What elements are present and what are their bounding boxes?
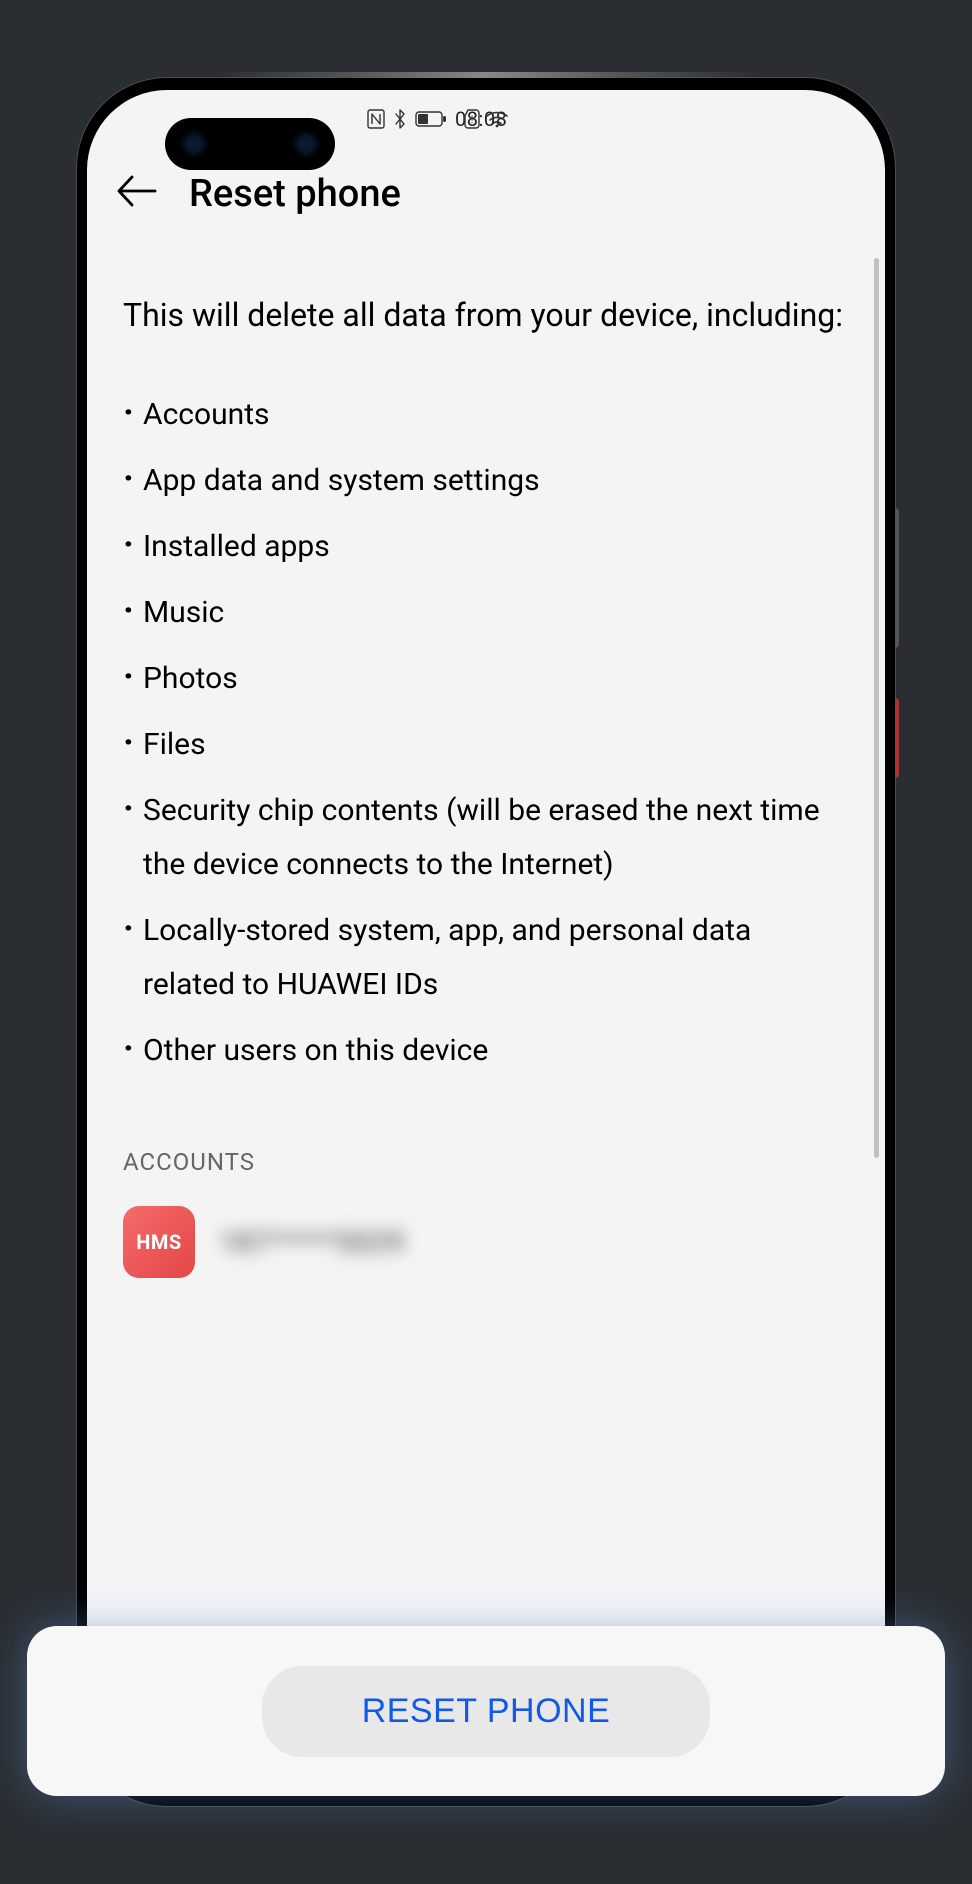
camera-lens (179, 129, 209, 159)
camera-cutout (165, 118, 335, 170)
list-item: Locally-stored system, app, and personal… (123, 904, 849, 1012)
camera-lens (291, 129, 321, 159)
reset-phone-button[interactable]: RESET PHONE (262, 1666, 711, 1757)
account-id: 187*****5029 (219, 1225, 405, 1260)
back-arrow-icon[interactable] (117, 174, 157, 214)
volume-button (895, 508, 899, 648)
wifi-icon (486, 110, 508, 128)
status-center-icons: ! (464, 109, 508, 129)
phone-frame: ! 08:08 (77, 78, 895, 1806)
list-item: Installed apps (123, 520, 849, 574)
accounts-section-label: ACCOUNTS (123, 1148, 849, 1176)
list-item: Security chip contents (will be erased t… (123, 784, 849, 892)
bluetooth-icon (393, 109, 407, 129)
list-item: Other users on this device (123, 1024, 849, 1078)
data-types-list: Accounts App data and system settings In… (123, 388, 849, 1078)
battery-icon (415, 110, 447, 128)
scrollbar[interactable] (874, 258, 879, 1158)
sim-icon: ! (464, 109, 480, 129)
list-item: Music (123, 586, 849, 640)
nfc-icon (367, 109, 385, 129)
account-row[interactable]: HMS 187*****5029 (123, 1206, 849, 1278)
hms-icon: HMS (123, 1206, 195, 1278)
list-item: Files (123, 718, 849, 772)
page-title: Reset phone (189, 172, 401, 216)
intro-text: This will delete all data from your devi… (123, 292, 849, 338)
svg-text:!: ! (471, 115, 474, 126)
power-button (895, 698, 899, 778)
list-item: Accounts (123, 388, 849, 442)
list-item: Photos (123, 652, 849, 706)
list-item: App data and system settings (123, 454, 849, 508)
bottom-action-bar: RESET PHONE (27, 1626, 945, 1796)
content-area[interactable]: This will delete all data from your devi… (87, 232, 885, 1478)
screen: ! 08:08 (87, 90, 885, 1788)
